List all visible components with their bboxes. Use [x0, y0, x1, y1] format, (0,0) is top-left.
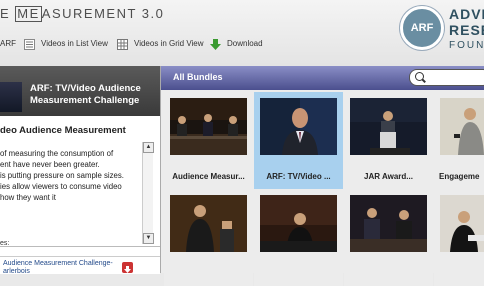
now-playing-title: ARF: TV/Video Audience Measurement Chall… — [30, 83, 141, 106]
video-thumbnail[interactable] — [440, 195, 484, 252]
video-thumbnail[interactable] — [260, 195, 337, 252]
list-view-label: Videos in List View — [41, 39, 108, 48]
video-thumbnail[interactable] — [170, 195, 247, 252]
logo-word-1: ADVE — [449, 6, 484, 22]
file-name-line-2: arlerbois — [3, 268, 30, 275]
title-prefix: E — [0, 6, 16, 21]
arf-link-label: ARF — [0, 39, 16, 48]
divider — [0, 246, 160, 247]
search-input[interactable] — [409, 69, 484, 86]
bundles-title: All Bundles — [173, 72, 223, 82]
video-title: ARF: TV/Video ... — [266, 172, 331, 181]
list-icon — [24, 38, 35, 50]
download-label: Download — [227, 39, 263, 48]
title-me-box: ME — [15, 6, 42, 22]
video-thumbnail[interactable] — [260, 98, 337, 155]
description-body: of measuring the consumption of ent have… — [0, 148, 140, 203]
file-link[interactable]: Audience Measurement Challenge- arlerboi… — [3, 260, 113, 276]
description-panel: deo Audience Measurement of measuring th… — [0, 117, 160, 256]
description-line: ent have never been greater. — [0, 160, 100, 169]
logo-word-2: RESE — [449, 22, 484, 38]
logo-word-3: FOUN — [449, 40, 484, 51]
video-tile[interactable] — [434, 189, 484, 286]
grid-view-label: Videos in Grid View — [134, 39, 204, 48]
video-title: Audience Measur... — [172, 172, 245, 181]
file-row[interactable]: Audience Measurement Challenge- arlerboi… — [0, 256, 160, 276]
video-thumbnail[interactable] — [350, 98, 427, 155]
video-title: JAR Award... — [364, 172, 413, 181]
left-panel: ARF: TV/Video Audience Measurement Chall… — [0, 66, 161, 276]
grid-view-button[interactable]: Videos in Grid View — [117, 36, 204, 52]
arf-link[interactable]: ARF — [0, 36, 16, 52]
bundles-panel: All Bundles Audience Measur... ARF: TV/V… — [161, 66, 484, 286]
app-title: E ME ASUREMENT 3.0 — [0, 4, 164, 24]
description-title: deo Audience Measurement — [0, 125, 126, 136]
list-view-button[interactable]: Videos in List View — [24, 36, 108, 52]
description-line: ies allow viewers to consume video — [0, 182, 122, 191]
video-tile-selected[interactable]: ARF: TV/Video ... — [254, 92, 343, 189]
file-name-line-1: Audience Measurement Challenge- — [3, 260, 113, 267]
video-thumbnail[interactable] — [350, 195, 427, 252]
download-button[interactable]: Download — [210, 36, 263, 52]
scroll-up-button[interactable]: ▲ — [143, 142, 154, 153]
scroll-down-button[interactable]: ▼ — [143, 233, 154, 244]
video-tile[interactable] — [164, 189, 253, 286]
title-suffix: ASUREMENT 3.0 — [41, 6, 165, 21]
file-download-icon[interactable] — [122, 262, 133, 273]
arf-logo: ARF — [400, 6, 444, 50]
description-line: how they want it — [0, 193, 56, 202]
video-tile[interactable]: Audience Measur... — [164, 92, 253, 189]
description-scrollbar[interactable]: ▲ ▼ — [142, 142, 154, 244]
description-line: is putting pressure on sample sizes. — [0, 171, 124, 180]
bundles-header: All Bundles — [161, 66, 484, 90]
video-tile[interactable] — [344, 189, 433, 286]
app-header: E ME ASUREMENT 3.0 ARF Videos in List Vie… — [0, 0, 484, 66]
files-label: es: — [0, 240, 10, 247]
now-playing-thumbnail[interactable] — [0, 82, 22, 112]
description-line: of measuring the consumption of — [0, 149, 114, 158]
search-icon — [415, 72, 424, 81]
video-thumbnail[interactable] — [440, 98, 484, 155]
grid-icon — [117, 38, 128, 50]
video-tile[interactable]: JAR Award... — [344, 92, 433, 189]
video-thumbnail[interactable] — [170, 98, 247, 155]
video-tile[interactable]: Engageme — [434, 92, 484, 189]
video-title: Engageme — [439, 172, 480, 181]
now-playing-bar[interactable]: ARF: TV/Video Audience Measurement Chall… — [0, 66, 160, 116]
video-tile[interactable] — [254, 189, 343, 286]
download-arrow-icon — [210, 38, 221, 50]
